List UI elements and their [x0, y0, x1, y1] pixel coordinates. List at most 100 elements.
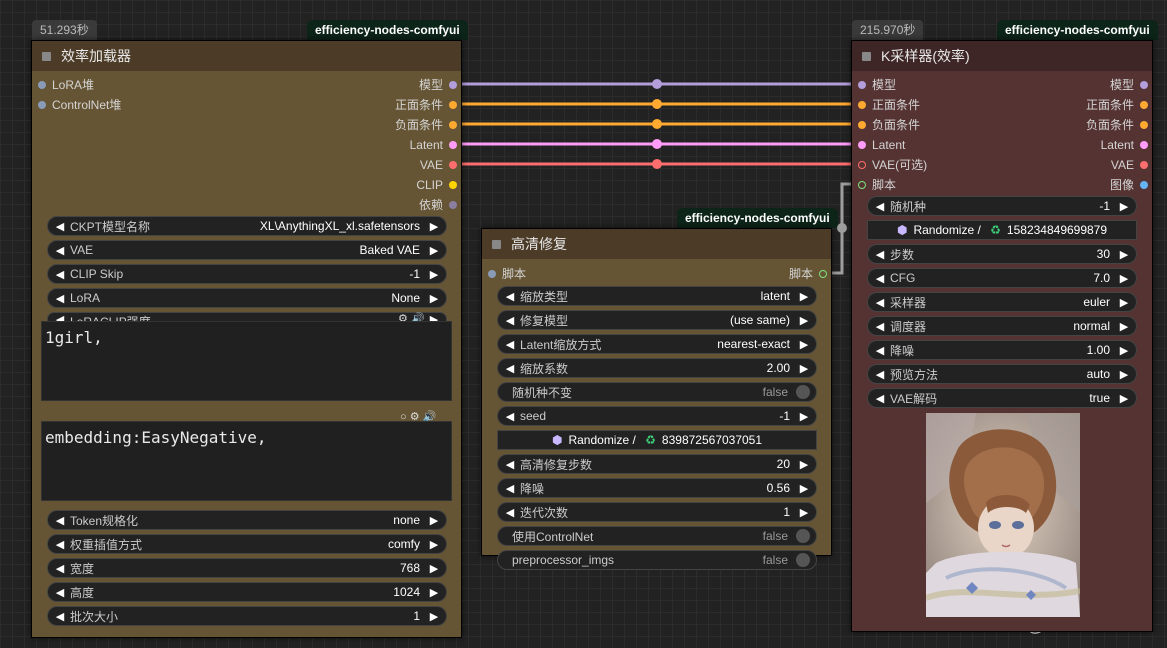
- widget-preview-method[interactable]: ◀ 预览方法 auto ▶: [867, 364, 1137, 384]
- output-image[interactable]: 图像: [1110, 175, 1148, 195]
- arrow-right-icon[interactable]: ▶: [428, 610, 440, 623]
- widget-vae-decode[interactable]: ◀ VAE解码 true ▶: [867, 388, 1137, 408]
- input-latent[interactable]: Latent: [858, 135, 905, 155]
- node-title-bar[interactable]: K采样器(效率): [852, 41, 1152, 71]
- widget-clip-skip[interactable]: ◀ CLIP Skip -1 ▶: [47, 264, 447, 284]
- arrow-right-icon[interactable]: ▶: [798, 458, 810, 471]
- widget-width[interactable]: ◀ 宽度 768 ▶: [47, 558, 447, 578]
- arrow-left-icon[interactable]: ◀: [874, 272, 886, 285]
- widget-height[interactable]: ◀ 高度 1024 ▶: [47, 582, 447, 602]
- toggle-knob[interactable]: [796, 385, 810, 399]
- arrow-right-icon[interactable]: ▶: [1118, 296, 1130, 309]
- widget-iterations[interactable]: ◀ 迭代次数 1 ▶: [497, 502, 817, 522]
- arrow-left-icon[interactable]: ◀: [54, 244, 66, 257]
- output-vae[interactable]: VAE: [1111, 155, 1148, 175]
- arrow-left-icon[interactable]: ◀: [54, 268, 66, 281]
- arrow-left-icon[interactable]: ◀: [504, 410, 516, 423]
- input-positive[interactable]: 正面条件: [858, 95, 920, 115]
- arrow-left-icon[interactable]: ◀: [504, 290, 516, 303]
- arrow-left-icon[interactable]: ◀: [54, 586, 66, 599]
- output-negative[interactable]: 负面条件: [1086, 115, 1148, 135]
- arrow-left-icon[interactable]: ◀: [54, 514, 66, 527]
- arrow-right-icon[interactable]: ▶: [1118, 200, 1130, 213]
- output-model[interactable]: 模型: [1110, 75, 1148, 95]
- widget-sampler[interactable]: ◀ 采样器 euler ▶: [867, 292, 1137, 312]
- arrow-right-icon[interactable]: ▶: [798, 338, 810, 351]
- arrow-right-icon[interactable]: ▶: [428, 538, 440, 551]
- arrow-left-icon[interactable]: ◀: [874, 248, 886, 261]
- arrow-right-icon[interactable]: ▶: [428, 514, 440, 527]
- widget-weight-interpretation[interactable]: ◀ 权重插值方式 comfy ▶: [47, 534, 447, 554]
- arrow-right-icon[interactable]: ▶: [428, 268, 440, 281]
- arrow-right-icon[interactable]: ▶: [1118, 344, 1130, 357]
- output-clip[interactable]: CLIP: [416, 175, 457, 195]
- positive-prompt-textarea[interactable]: 1girl,: [41, 321, 452, 401]
- arrow-right-icon[interactable]: ▶: [798, 290, 810, 303]
- widget-ckpt-name[interactable]: ◀ CKPT模型名称 XL\AnythingXL_xl.safetensors …: [47, 216, 447, 236]
- output-vae[interactable]: VAE: [420, 155, 457, 175]
- toggle-use-same-seed[interactable]: 随机种不变 false: [497, 382, 817, 402]
- arrow-left-icon[interactable]: ◀: [874, 392, 886, 405]
- arrow-left-icon[interactable]: ◀: [874, 200, 886, 213]
- output-negative[interactable]: 负面条件: [395, 115, 457, 135]
- widget-upscale-by[interactable]: ◀ 缩放系数 2.00 ▶: [497, 358, 817, 378]
- ksampler-efficient-node[interactable]: K采样器(效率) 模型 正面条件 负面条件 Latent VAE(可选) 脚本 …: [851, 40, 1153, 632]
- widget-batch-size[interactable]: ◀ 批次大小 1 ▶: [47, 606, 447, 626]
- arrow-left-icon[interactable]: ◀: [504, 506, 516, 519]
- arrow-left-icon[interactable]: ◀: [54, 562, 66, 575]
- widget-hires-steps[interactable]: ◀ 高清修复步数 20 ▶: [497, 454, 817, 474]
- output-script[interactable]: 脚本: [789, 264, 827, 284]
- toggle-use-controlnet[interactable]: 使用ControlNet false: [497, 526, 817, 546]
- arrow-right-icon[interactable]: ▶: [1118, 392, 1130, 405]
- arrow-left-icon[interactable]: ◀: [504, 362, 516, 375]
- input-model[interactable]: 模型: [858, 75, 896, 95]
- widget-scheduler[interactable]: ◀ 调度器 normal ▶: [867, 316, 1137, 336]
- negative-prompt-textarea[interactable]: embedding:EasyNegative,: [41, 421, 452, 501]
- arrow-left-icon[interactable]: ◀: [874, 344, 886, 357]
- output-positive[interactable]: 正面条件: [1086, 95, 1148, 115]
- arrow-right-icon[interactable]: ▶: [428, 586, 440, 599]
- hires-fix-node[interactable]: 高清修复 脚本 脚本 ◀ 缩放类型 latent ▶ ◀ 修复模型 (use s…: [481, 228, 832, 570]
- widget-latent-upscale-method[interactable]: ◀ Latent缩放方式 nearest-exact ▶: [497, 334, 817, 354]
- output-latent[interactable]: Latent: [410, 135, 457, 155]
- widget-seed[interactable]: ◀ 随机种 -1 ▶: [867, 196, 1137, 216]
- arrow-left-icon[interactable]: ◀: [504, 482, 516, 495]
- output-latent[interactable]: Latent: [1101, 135, 1148, 155]
- node-title-bar[interactable]: 高清修复: [482, 229, 831, 259]
- arrow-right-icon[interactable]: ▶: [428, 292, 440, 305]
- arrow-left-icon[interactable]: ◀: [874, 320, 886, 333]
- arrow-right-icon[interactable]: ▶: [798, 410, 810, 423]
- arrow-left-icon[interactable]: ◀: [54, 610, 66, 623]
- widget-denoise[interactable]: ◀ 降噪 1.00 ▶: [867, 340, 1137, 360]
- randomize-seed-button[interactable]: ⬢ Randomize / ♻ 158234849699879: [867, 220, 1137, 240]
- arrow-right-icon[interactable]: ▶: [428, 244, 440, 257]
- randomize-seed-button[interactable]: ⬢ Randomize / ♻ 839872567037051: [497, 430, 817, 450]
- arrow-right-icon[interactable]: ▶: [798, 482, 810, 495]
- arrow-right-icon[interactable]: ▶: [428, 220, 440, 233]
- arrow-right-icon[interactable]: ▶: [1118, 272, 1130, 285]
- arrow-left-icon[interactable]: ◀: [504, 338, 516, 351]
- output-image-preview[interactable]: [926, 413, 1080, 617]
- collapse-icon[interactable]: [42, 51, 51, 61]
- node-title-bar[interactable]: 效率加载器: [32, 41, 461, 71]
- toggle-knob[interactable]: [796, 553, 810, 567]
- arrow-left-icon[interactable]: ◀: [874, 296, 886, 309]
- arrow-right-icon[interactable]: ▶: [428, 562, 440, 575]
- toggle-preprocessor-imgs[interactable]: preprocessor_imgs false: [497, 550, 817, 570]
- arrow-right-icon[interactable]: ▶: [1118, 248, 1130, 261]
- arrow-left-icon[interactable]: ◀: [54, 220, 66, 233]
- arrow-left-icon[interactable]: ◀: [874, 368, 886, 381]
- arrow-left-icon[interactable]: ◀: [504, 314, 516, 327]
- output-positive[interactable]: 正面条件: [395, 95, 457, 115]
- collapse-icon[interactable]: [862, 51, 871, 61]
- widget-cfg[interactable]: ◀ CFG 7.0 ▶: [867, 268, 1137, 288]
- widget-denoise[interactable]: ◀ 降噪 0.56 ▶: [497, 478, 817, 498]
- input-script[interactable]: 脚本: [858, 175, 896, 195]
- efficient-loader-node[interactable]: 效率加载器 LoRA堆 ControlNet堆 模型 正面条件 负面条件 Lat…: [31, 40, 462, 638]
- widget-token-normalization[interactable]: ◀ Token规格化 none ▶: [47, 510, 447, 530]
- input-lora-stack[interactable]: LoRA堆: [38, 75, 94, 95]
- widget-hires-model[interactable]: ◀ 修复模型 (use same) ▶: [497, 310, 817, 330]
- arrow-left-icon[interactable]: ◀: [54, 292, 66, 305]
- input-controlnet-stack[interactable]: ControlNet堆: [38, 95, 121, 115]
- widget-vae[interactable]: ◀ VAE Baked VAE ▶: [47, 240, 447, 260]
